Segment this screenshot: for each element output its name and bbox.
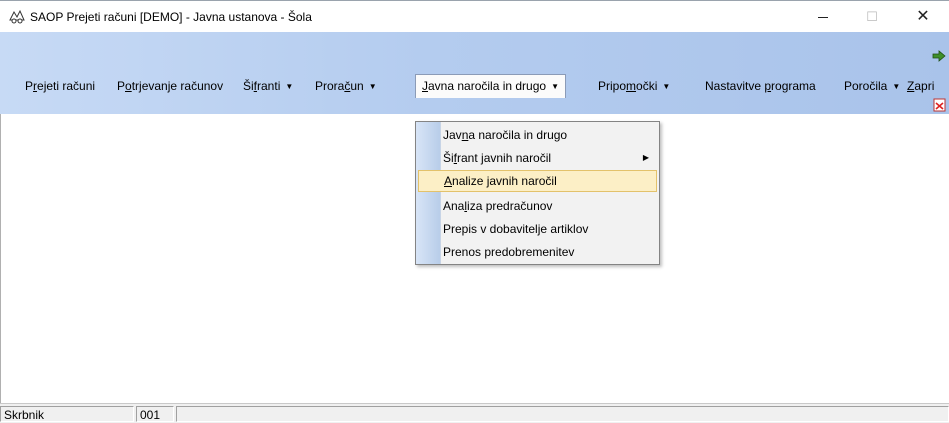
chevron-down-icon: ▼ <box>551 82 559 91</box>
menu-bar: Prejeti računi Potrjevanje računov Šifra… <box>0 32 949 114</box>
close-button[interactable]: ✕ <box>900 4 946 30</box>
dropdown-item-sifrant-javnih-narocil[interactable]: Šifrant javnih naročil ▶ <box>418 147 657 169</box>
status-message <box>176 406 949 422</box>
chevron-down-icon: ▼ <box>662 82 671 91</box>
close-document-icon[interactable] <box>933 98 946 112</box>
chevron-down-icon: ▼ <box>285 82 294 91</box>
window-left-edge <box>0 114 1 404</box>
menu-prejeti-racuni[interactable]: Prejeti računi <box>22 76 98 96</box>
dropdown-item-analiza-predracunov[interactable]: Analiza predračunov <box>418 195 657 217</box>
maximize-button[interactable]: ☐ <box>849 4 895 30</box>
chevron-down-icon: ▼ <box>892 82 901 91</box>
window-title: SAOP Prejeti računi [DEMO] - Javna ustan… <box>30 10 312 24</box>
maximize-icon: ☐ <box>866 9 878 24</box>
menu-proracun[interactable]: Proračun ▼ <box>312 76 380 96</box>
minimize-button[interactable] <box>800 4 846 30</box>
menu-potrjevanje-racunov[interactable]: Potrjevanje računov <box>114 76 226 96</box>
arrow-icon[interactable] <box>932 50 946 62</box>
chevron-down-icon: ▼ <box>368 82 377 91</box>
close-icon: ✕ <box>916 8 930 25</box>
menu-sifranti[interactable]: Šifranti ▼ <box>240 76 296 96</box>
title-bar: SAOP Prejeti računi [DEMO] - Javna ustan… <box>0 0 949 32</box>
menu-javna-narocila[interactable]: Javna naročila in drugo ▼ <box>415 74 566 98</box>
javna-narocila-dropdown: Javna naročila in drugo Šifrant javnih n… <box>415 121 660 265</box>
chevron-right-icon: ▶ <box>642 153 649 162</box>
dropdown-item-prenos-predobremenitev[interactable]: Prenos predobremenitev <box>418 241 657 263</box>
dropdown-item-javna-narocila[interactable]: Javna naročila in drugo <box>418 124 657 146</box>
menu-zapri[interactable]: Zapri <box>904 76 937 96</box>
app-logo-icon <box>9 9 25 24</box>
status-bar: Skrbnik 001 <box>0 403 949 423</box>
dropdown-item-prepis-v-dobavitelje[interactable]: Prepis v dobavitelje artiklov <box>418 218 657 240</box>
minimize-icon <box>818 16 828 18</box>
dropdown-item-analize-javnih-narocil[interactable]: Analize javnih naročil <box>418 170 657 192</box>
status-code: 001 <box>136 406 174 422</box>
menu-porocila[interactable]: Poročila ▼ <box>841 76 903 96</box>
menu-nastavitve-programa[interactable]: Nastavitve programa <box>702 76 819 96</box>
menu-pripomocki[interactable]: Pripomočki ▼ <box>595 76 673 96</box>
status-user: Skrbnik <box>0 406 134 422</box>
